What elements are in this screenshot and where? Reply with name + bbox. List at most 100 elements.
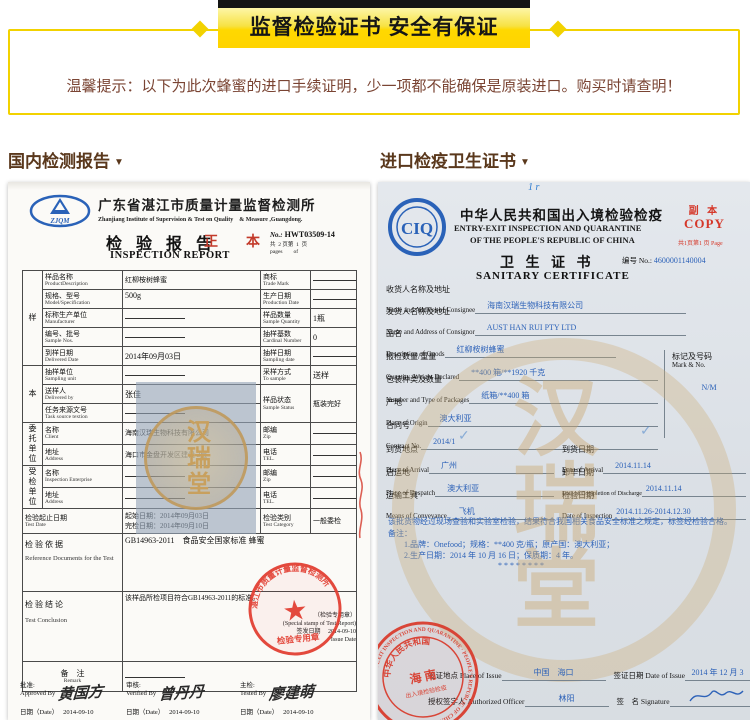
value-delivered-date: 2014年09月03日 xyxy=(123,347,261,366)
tester-signature: 廖建萌 xyxy=(268,680,314,704)
blank-line xyxy=(125,318,185,319)
red-pen-mark xyxy=(352,450,368,540)
value-client-tel xyxy=(311,444,357,466)
group-sample2: 本 xyxy=(23,366,43,423)
blank-line xyxy=(313,433,357,434)
copy-mark: 副 本COPY xyxy=(684,206,725,231)
certificate-number: 编号 No.: 4600001140004 xyxy=(622,255,706,266)
group-inspected: 受检单位 xyxy=(23,466,43,509)
label-client-zip: 邮编Zip xyxy=(261,423,311,445)
certificate-org-name: 中华人民共和国出入境检验检疫 xyxy=(460,204,663,224)
tip-text: 温馨提示：以下为此次蜂蜜的进口手续证明，少一项都不能确保是原装进口。购买时请查明… xyxy=(10,75,738,96)
officer-line: 林阳 xyxy=(525,688,609,707)
value-enterprise-tel xyxy=(311,487,357,509)
signature-line xyxy=(670,697,750,707)
triangle-down-icon: ▼ xyxy=(114,157,124,168)
label-manufacturer: 标称生产单位Manufacturer xyxy=(43,309,123,328)
value-sampling-date xyxy=(311,347,357,366)
value-manufacturer xyxy=(123,309,261,328)
label-client-address: 地址Address xyxy=(43,444,123,466)
label-delivered-by: 送样人Delivered by xyxy=(43,385,123,404)
blank-line xyxy=(313,280,357,281)
label-trademark: 商标Trade Mark xyxy=(261,271,311,290)
label-production-date: 生产日期Production Date xyxy=(261,290,311,309)
label-delivered-date: 到样日期Delivered Date xyxy=(43,347,123,366)
report-org-name: 广东省湛江市质量计量监督检测所 xyxy=(98,194,316,214)
blue-check-mark: ✓ xyxy=(640,423,652,440)
signature-row: 批准:Approved By黄国方 日期（Date） 2014-09-10 审核… xyxy=(20,682,360,718)
label-enterprise-address: 地址Address xyxy=(43,487,123,509)
banner-title: 监督检验证书 安全有保证 xyxy=(218,8,530,48)
ciq-logo-icon: CIQ xyxy=(386,196,448,258)
label-test-category: 检验类别Test Category xyxy=(261,509,311,534)
blank-line xyxy=(313,476,357,477)
value-spec: 500g xyxy=(123,290,261,309)
promo-banner: 监督检验证书 安全有保证 xyxy=(218,0,530,48)
label-sample-way: 采样方式To sample xyxy=(261,366,311,385)
original-copy-mark: 正 本 xyxy=(204,231,267,251)
blank-line xyxy=(125,375,185,376)
report-pages: 共 2 页第 1 页pages of xyxy=(270,242,307,255)
label-spec: 规格、型号Model/Specification xyxy=(43,290,123,309)
value-quantity: 1瓶 xyxy=(311,309,357,328)
label-client-name: 名称Client xyxy=(43,423,123,445)
issue-date-line: 2014 年 12 月 3 xyxy=(685,662,750,681)
zjqm-logo-icon: ZJQM xyxy=(28,192,92,230)
value-sample-way: 送样 xyxy=(311,366,357,385)
value-sample-status: 瓶装完好 xyxy=(311,385,357,423)
value-sample-no xyxy=(123,328,261,347)
section-title-domestic-report: 国内检测报告▼ xyxy=(8,147,124,172)
label-sampling-unit: 抽样单位Sampling unit xyxy=(43,366,123,385)
svg-text:CIQ: CIQ xyxy=(401,219,433,238)
red-official-stamp-icon: 湛江市质量计量监督检测所 ★ 检验专用章 xyxy=(241,555,349,663)
value-trademark xyxy=(311,271,357,290)
issue-place-line: 中国 海口 xyxy=(502,662,606,681)
blank-line xyxy=(125,677,185,678)
label-task-source: 任务来源文号Task source textion xyxy=(43,404,123,423)
value-test-category: 一般委检 xyxy=(311,509,357,534)
blank-line xyxy=(125,337,185,338)
value-product: 红柳桉树蜂蜜 xyxy=(123,271,261,290)
tested-by-block: 主检:Tested By廖建萌 日期（Date） 2014-09-10 xyxy=(240,682,356,718)
gold-watermark-text: 汉瑞堂 xyxy=(506,372,588,630)
label-enterprise-zip: 邮编Zip xyxy=(261,466,311,488)
value-production-date xyxy=(311,290,357,309)
hanruitang-watermark-seal: 汉瑞堂 xyxy=(136,382,256,534)
label-reference: 检 验 依 据Reference Documents for the Test xyxy=(23,534,123,592)
report-number: No.: HWT03509-14 xyxy=(270,230,335,239)
label-sampling-date: 抽样日期Sampling date xyxy=(261,347,311,366)
label-sample-no: 编号、批号Sample Nos. xyxy=(43,328,123,347)
triangle-down-icon: ▼ xyxy=(520,157,530,168)
verifier-signature: 曾丹丹 xyxy=(158,680,204,704)
certificate-title: 卫 生 证 书 xyxy=(500,252,595,272)
label-quantity: 样品数量Sample Quantity xyxy=(261,309,311,328)
banner-black-bar xyxy=(218,0,530,8)
inspection-report-document: ZJQM 广东省湛江市质量计量监督检测所 Zhanjiang Institute… xyxy=(8,182,370,720)
group-client: 委托单位 xyxy=(23,423,43,466)
blank-line xyxy=(313,455,357,456)
approved-by-block: 批准:Approved By黄国方 日期（Date） 2014-09-10 xyxy=(20,682,126,718)
certificate-title-en: SANITARY CERTIFICATE xyxy=(476,270,630,282)
blue-pen-mark: 1 r xyxy=(528,182,539,193)
svg-text:★: ★ xyxy=(281,595,309,628)
report-org-name-en: Zhanjiang Institute of Supervision & Tes… xyxy=(98,214,302,223)
section-title-import-certificate: 进口检疫卫生证书▼ xyxy=(380,147,530,172)
value-client-zip xyxy=(311,423,357,445)
approver-signature: 黄国方 xyxy=(58,680,104,704)
blank-line xyxy=(313,299,357,300)
group-sample: 样 xyxy=(23,271,43,366)
label-conclusion: 检 验 结 论Test Conclusion xyxy=(23,592,123,662)
label-client-tel: 电话TEL. xyxy=(261,444,311,466)
value-cardinal: 0 xyxy=(311,328,357,347)
certificate-pages: 共1页第1 页 Page xyxy=(678,238,723,247)
certificate-org-en2: OF THE PEOPLE'S REPUBLIC OF CHINA xyxy=(470,235,635,245)
svg-text:ZJQM: ZJQM xyxy=(49,217,70,225)
blank-line xyxy=(313,498,357,499)
label-sample-status: 样品状态Sample Status xyxy=(261,385,311,423)
label-enterprise-name: 名称Inspection Enterprise xyxy=(43,466,123,488)
report-title-en: INSPECTION REPORT xyxy=(110,250,230,261)
label-enterprise-tel: 电话TEL. xyxy=(261,487,311,509)
sanitary-certificate-document: 汉瑞堂 1 r CIQ 中华人民共和国出入境检验检疫 ENTRY-EXIT IN… xyxy=(378,182,750,720)
verified-by-block: 审核:Verified By曾丹丹 日期（Date） 2014-09-10 xyxy=(126,682,240,718)
label-product: 样品名称ProductDescription xyxy=(43,271,123,290)
